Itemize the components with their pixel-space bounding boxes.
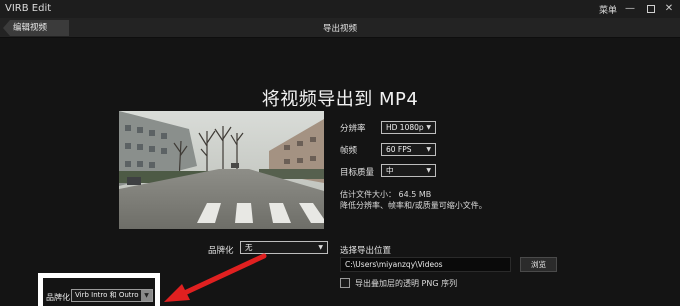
estimated-file-size: 估计文件大小： 64.5 MB	[340, 190, 432, 199]
fps-dropdown[interactable]: 60 FPS ▼	[381, 143, 436, 156]
page-heading: 导出视频	[322, 24, 357, 34]
chevron-down-icon: ▼	[141, 290, 152, 301]
highlight-branding-value: Virb Intro 和 Outro	[75, 291, 139, 299]
resolution-value: HD 1080p	[386, 123, 424, 132]
menu-button[interactable]: 菜单	[599, 3, 617, 16]
save-location-label: 选择导出位置	[340, 246, 392, 256]
export-title: 将视频导出到 MP4	[261, 89, 419, 110]
fps-value: 60 FPS	[386, 145, 412, 154]
close-icon[interactable]: ✕	[662, 2, 676, 16]
highlight-branding-label: 品牌化	[46, 293, 70, 302]
red-arrow-icon	[164, 253, 267, 302]
video-preview	[119, 111, 324, 229]
browse-button[interactable]: 浏览	[520, 257, 557, 272]
png-overlay-checkbox[interactable]	[340, 278, 350, 288]
file-size-hint: 降低分辨率、帧率和/或质量可缩小文件。	[340, 201, 487, 210]
quality-label: 目标质量	[340, 168, 375, 178]
nav-bar: 导出视频 编辑视频	[0, 18, 680, 38]
quality-dropdown[interactable]: 中 ▼	[381, 164, 436, 177]
quality-value: 中	[386, 166, 394, 175]
virb-edit-window: VIRB Edit 菜单 — ✕ 导出视频 编辑视频 将视频导出到 MP4 分辨…	[0, 0, 680, 306]
highlight-branding-dropdown[interactable]: Virb Intro 和 Outro ▼	[71, 289, 153, 302]
fps-label: 帧频	[340, 146, 358, 156]
export-path-input[interactable]: C:\Users\miyanzqy\Videos	[340, 257, 511, 272]
chevron-down-icon: ▼	[318, 244, 323, 251]
chevron-down-icon: ▼	[426, 146, 431, 153]
chevron-down-icon: ▼	[426, 167, 431, 174]
back-to-edit-button[interactable]: 编辑视频	[3, 20, 69, 36]
png-overlay-checkbox-label: 导出叠加层的透明 PNG 序列	[355, 279, 458, 288]
title-bar: VIRB Edit 菜单 — ✕	[0, 0, 680, 18]
chevron-down-icon: ▼	[426, 124, 431, 131]
resolution-label: 分辨率	[340, 124, 366, 134]
minimize-icon[interactable]: —	[623, 2, 637, 16]
app-title: VIRB Edit	[5, 3, 52, 14]
video-preview-image	[119, 111, 324, 229]
maximize-icon[interactable]	[644, 2, 658, 16]
resolution-dropdown[interactable]: HD 1080p ▼	[381, 121, 436, 134]
